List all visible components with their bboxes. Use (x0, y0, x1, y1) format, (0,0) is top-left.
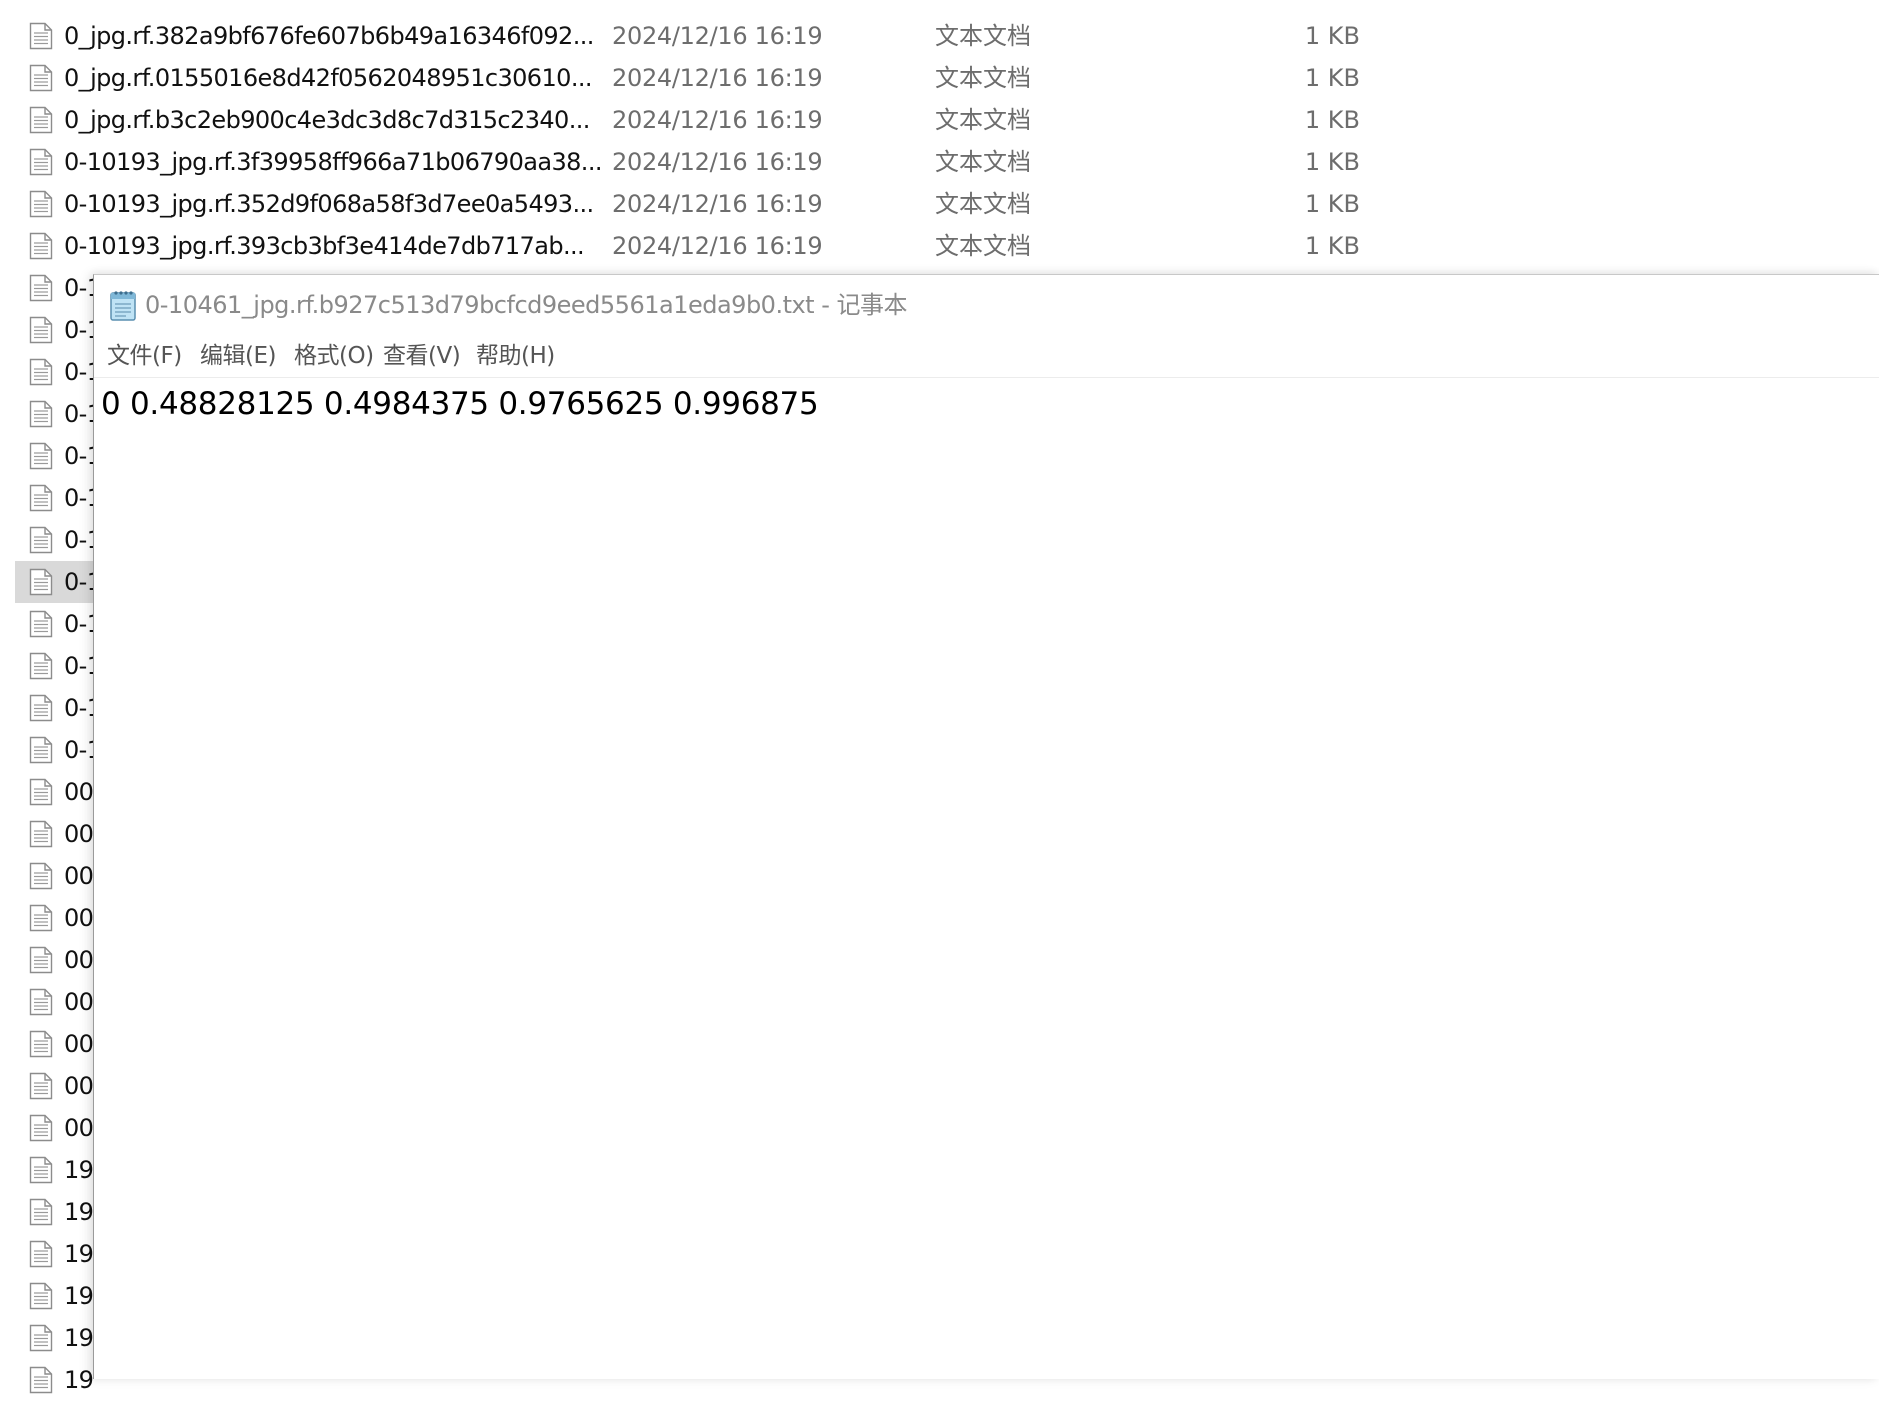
text-file-icon (29, 1198, 53, 1226)
text-file-icon (29, 1282, 53, 1310)
file-name[interactable]: 00 (64, 939, 94, 981)
text-file-icon (29, 988, 53, 1016)
file-modified-date: 2024/12/16 16:19 (612, 64, 823, 92)
file-name[interactable]: 19 (64, 1359, 94, 1401)
text-file-icon (29, 400, 53, 428)
file-modified-date: 2024/12/16 16:19 (612, 148, 823, 176)
file-name[interactable]: 19 (64, 1275, 94, 1317)
file-name[interactable]: 00 (64, 813, 94, 855)
file-name[interactable]: 0_jpg.rf.b3c2eb900c4e3dc3d8c7d315c2340..… (64, 99, 590, 141)
text-file-icon (29, 358, 53, 386)
file-type: 文本文档 (935, 190, 1031, 218)
menu-format[interactable]: 格式(O) (294, 335, 374, 377)
text-file-icon (29, 694, 53, 722)
text-file-icon (29, 22, 53, 50)
file-name[interactable]: 0-10193_jpg.rf.393cb3bf3e414de7db717ab..… (64, 225, 585, 267)
file-name[interactable]: 00 (64, 1107, 94, 1149)
text-file-icon (29, 568, 53, 596)
file-name[interactable]: 19 (64, 1149, 94, 1191)
file-name[interactable]: 0-10193_jpg.rf.352d9f068a58f3d7ee0a5493.… (64, 183, 594, 225)
file-type: 文本文档 (935, 64, 1031, 92)
file-type: 文本文档 (935, 148, 1031, 176)
text-file-icon (29, 862, 53, 890)
text-file-icon (29, 1072, 53, 1100)
file-row[interactable]: 0_jpg.rf.b3c2eb900c4e3dc3d8c7d315c2340..… (15, 99, 1395, 141)
file-name[interactable]: 19 (64, 1233, 94, 1275)
text-file-icon (29, 904, 53, 932)
file-type: 文本文档 (935, 22, 1031, 50)
file-row[interactable]: 0-10193_jpg.rf.352d9f068a58f3d7ee0a5493.… (15, 183, 1395, 225)
menu-file[interactable]: 文件(F) (107, 335, 182, 377)
text-file-icon (29, 232, 53, 260)
text-file-icon (29, 652, 53, 680)
file-size: 1 KB (1304, 190, 1360, 218)
text-file-icon (29, 190, 53, 218)
file-name[interactable]: 0-10193_jpg.rf.3f39958ff966a71b06790aa38… (64, 141, 602, 183)
notepad-icon (108, 289, 138, 321)
file-type: 文本文档 (935, 106, 1031, 134)
text-file-icon (29, 148, 53, 176)
file-modified-date: 2024/12/16 16:19 (612, 106, 823, 134)
notepad-menu-bar: 文件(F) 编辑(E) 格式(O) 查看(V) 帮助(H) (94, 335, 1879, 378)
file-name[interactable]: 00 (64, 981, 94, 1023)
file-modified-date: 2024/12/16 16:19 (612, 190, 823, 218)
file-name[interactable]: 19 (64, 1191, 94, 1233)
text-file-icon (29, 484, 53, 512)
file-modified-date: 2024/12/16 16:19 (612, 232, 823, 260)
text-file-icon (29, 820, 53, 848)
text-file-icon (29, 64, 53, 92)
text-file-icon (29, 1366, 53, 1394)
file-name[interactable]: 00 (64, 1065, 94, 1107)
file-name[interactable]: 19 (64, 1317, 94, 1359)
text-file-icon (29, 106, 53, 134)
file-row[interactable]: 0-10193_jpg.rf.3f39958ff966a71b06790aa38… (15, 141, 1395, 183)
text-file-icon (29, 1240, 53, 1268)
text-file-icon (29, 1030, 53, 1058)
text-file-icon (29, 1114, 53, 1142)
file-size: 1 KB (1304, 22, 1360, 50)
file-size: 1 KB (1304, 148, 1360, 176)
menu-edit[interactable]: 编辑(E) (200, 335, 276, 377)
file-name[interactable]: 00 (64, 855, 94, 897)
notepad-title-bar[interactable]: 0-10461_jpg.rf.b927c513d79bcfcd9eed5561a… (94, 275, 1879, 335)
notepad-text-area[interactable]: 0 0.48828125 0.4984375 0.9765625 0.99687… (94, 378, 1879, 1379)
text-file-icon (29, 610, 53, 638)
text-file-icon (29, 1324, 53, 1352)
file-row[interactable]: 0_jpg.rf.382a9bf676fe607b6b49a16346f092.… (15, 15, 1395, 57)
text-file-icon (29, 442, 53, 470)
file-name[interactable]: 0_jpg.rf.0155016e8d42f0562048951c30610..… (64, 57, 593, 99)
menu-view[interactable]: 查看(V) (383, 335, 461, 377)
text-file-icon (29, 736, 53, 764)
file-name[interactable]: 0_jpg.rf.382a9bf676fe607b6b49a16346f092.… (64, 15, 594, 57)
text-file-icon (29, 946, 53, 974)
notepad-title: 0-10461_jpg.rf.b927c513d79bcfcd9eed5561a… (145, 291, 908, 319)
file-size: 1 KB (1304, 232, 1360, 260)
notepad-content[interactable]: 0 0.48828125 0.4984375 0.9765625 0.99687… (101, 384, 819, 424)
text-file-icon (29, 778, 53, 806)
file-type: 文本文档 (935, 232, 1031, 260)
text-file-icon (29, 316, 53, 344)
file-size: 1 KB (1304, 106, 1360, 134)
file-row[interactable]: 0_jpg.rf.0155016e8d42f0562048951c30610..… (15, 57, 1395, 99)
file-name[interactable]: 00 (64, 1023, 94, 1065)
menu-help[interactable]: 帮助(H) (476, 335, 555, 377)
file-row[interactable]: 0-10193_jpg.rf.393cb3bf3e414de7db717ab..… (15, 225, 1395, 267)
text-file-icon (29, 274, 53, 302)
file-name[interactable]: 00 (64, 771, 94, 813)
file-size: 1 KB (1304, 64, 1360, 92)
notepad-window[interactable]: 0-10461_jpg.rf.b927c513d79bcfcd9eed5561a… (93, 274, 1879, 1379)
text-file-icon (29, 1156, 53, 1184)
file-name[interactable]: 00 (64, 897, 94, 939)
text-file-icon (29, 526, 53, 554)
file-modified-date: 2024/12/16 16:19 (612, 22, 823, 50)
